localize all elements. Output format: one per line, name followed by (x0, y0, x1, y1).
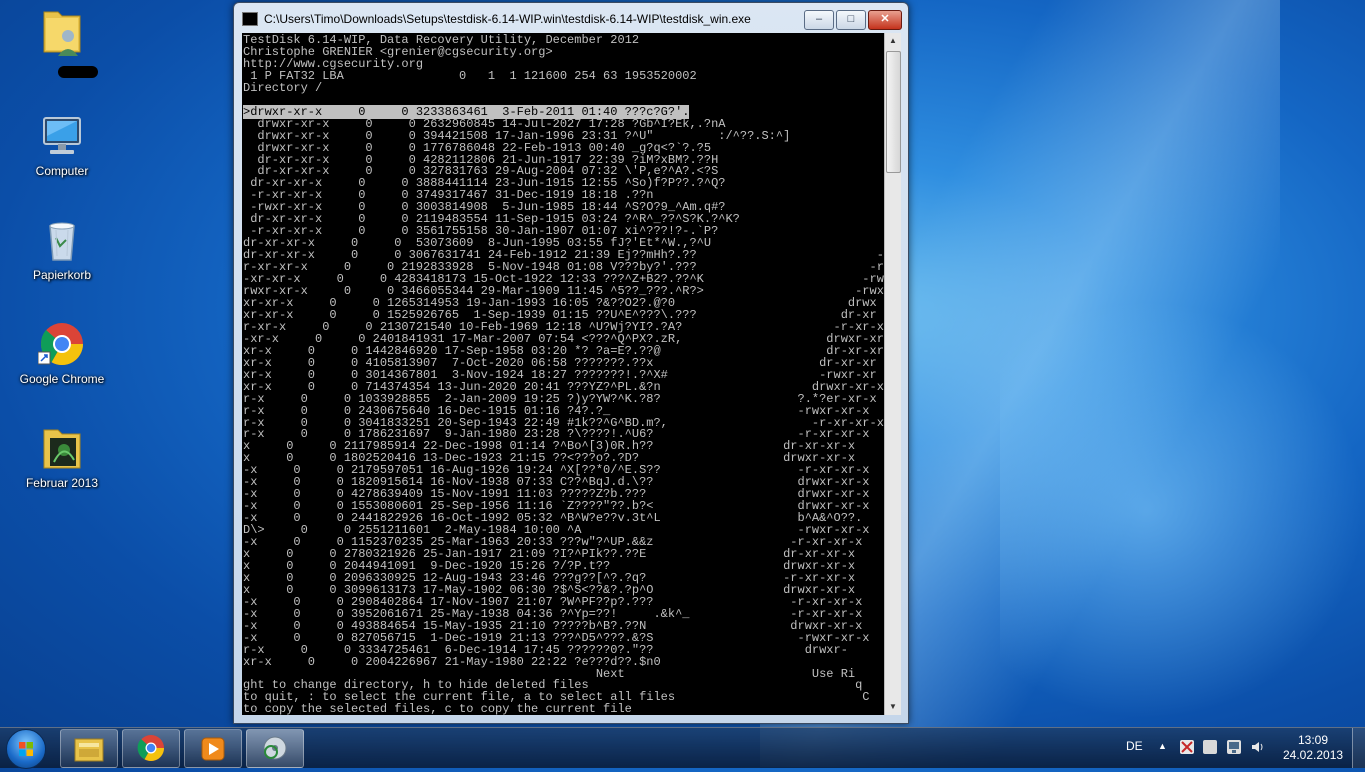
input-language[interactable]: DE (1126, 739, 1143, 753)
window-title: C:\Users\Timo\Downloads\Setups\testdisk-… (264, 12, 751, 26)
terminal-footer: Next Use Ri ght to change directory, h t… (243, 666, 870, 715)
desktop-icon-label: Februar 2013 (25, 476, 99, 490)
device-icon[interactable] (1203, 740, 1217, 754)
maximize-button[interactable]: □ (836, 10, 866, 30)
desktop-icon-label: Computer (35, 164, 89, 178)
clock-date: 24.02.2013 (1283, 748, 1344, 762)
folder-icon (38, 424, 86, 472)
terminal-header: TestDisk 6.14-WIP, Data Recovery Utility… (243, 33, 697, 95)
chrome-icon (137, 735, 165, 762)
clock[interactable]: 13:09 24.02.2013 (1283, 733, 1343, 763)
desktop-icon-label: Google Chrome (19, 372, 105, 386)
action-center-icon[interactable] (1180, 740, 1194, 754)
media-player-icon (201, 737, 225, 761)
vertical-scrollbar[interactable]: ▲ ▼ (884, 33, 901, 715)
testdisk-icon (263, 736, 287, 760)
recycle-bin-icon (38, 216, 86, 264)
redacted-label (58, 66, 98, 78)
show-hidden-icons-arrow[interactable]: ▲ (1158, 741, 1167, 751)
taskbar-media-player[interactable] (184, 729, 242, 768)
computer-icon (38, 112, 86, 160)
scroll-up-arrow[interactable]: ▲ (885, 33, 901, 49)
desktop-icon-recycle-bin[interactable]: Papierkorb (14, 216, 110, 282)
taskbar-testdisk-console[interactable] (246, 729, 304, 768)
scroll-thumb[interactable] (886, 51, 901, 173)
directory-listing: drwxr-xr-x 0 0 2632960845 14-Jul-2027 17… (243, 116, 884, 669)
desktop-light-glow (1000, 300, 1365, 720)
taskbar-explorer[interactable] (60, 729, 118, 768)
close-button[interactable]: ✕ (868, 10, 902, 30)
desktop-icon-computer[interactable]: Computer (14, 112, 110, 178)
start-button[interactable] (6, 729, 46, 769)
console-app-icon (242, 12, 258, 26)
folder-icon (74, 738, 104, 762)
clock-time: 13:09 (1297, 733, 1329, 747)
desktop-icon-user-folder[interactable] (14, 6, 110, 78)
terminal-output: TestDisk 6.14-WIP, Data Recovery Utility… (242, 33, 884, 715)
window-titlebar[interactable]: C:\Users\Timo\Downloads\Setups\testdisk-… (234, 3, 908, 33)
chrome-icon (37, 320, 86, 368)
volume-icon[interactable] (1251, 740, 1265, 754)
windows-logo-icon (19, 742, 33, 756)
desktop-icon-februar-2013[interactable]: Februar 2013 (14, 424, 110, 490)
console-window[interactable]: C:\Users\Timo\Downloads\Setups\testdisk-… (233, 2, 909, 724)
minimize-button[interactable]: – (804, 10, 834, 30)
show-desktop-button[interactable] (1352, 728, 1365, 768)
taskbar-chrome[interactable] (122, 729, 180, 768)
user-folder-icon (38, 6, 86, 56)
taskbar: DE ▲ 13:09 24.02.2013 (0, 727, 1365, 769)
desktop-icon-google-chrome[interactable]: Google Chrome (14, 320, 110, 386)
console-area[interactable]: TestDisk 6.14-WIP, Data Recovery Utility… (242, 33, 884, 715)
network-icon[interactable] (1227, 740, 1241, 754)
desktop-icon-label: Papierkorb (32, 268, 92, 282)
scroll-down-arrow[interactable]: ▼ (885, 699, 901, 715)
